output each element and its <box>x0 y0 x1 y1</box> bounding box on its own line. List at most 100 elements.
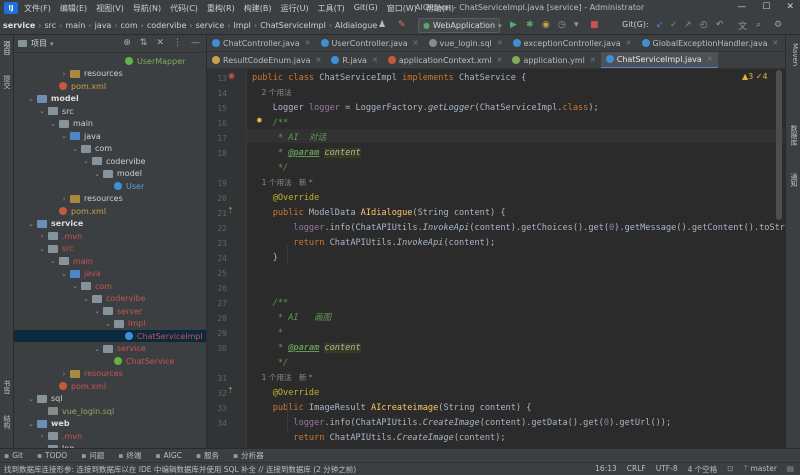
breadcrumb-item[interactable]: Impl <box>233 21 250 30</box>
tool-window-aigc[interactable]: ▪ AIGC <box>155 451 182 460</box>
menu-item[interactable]: 窗口(W) <box>387 3 417 14</box>
chevron-down-icon[interactable]: ⌄ <box>104 320 112 328</box>
tree-item[interactable]: ⌄ server <box>14 305 206 317</box>
chevron-down-icon[interactable]: ⌄ <box>82 157 90 165</box>
override-gutter-icon[interactable]: ⇡ <box>227 206 234 215</box>
hammer-icon[interactable]: ✎ <box>398 18 406 32</box>
tool-window-git[interactable]: ▪ Git <box>4 451 23 460</box>
override-gutter-icon[interactable]: ⇡ <box>227 386 234 395</box>
tree-item[interactable]: ⌄ src <box>14 105 206 117</box>
menu-item[interactable]: Git(G) <box>354 3 378 14</box>
tool-window-problems[interactable]: ▪ 问题 <box>81 450 104 461</box>
tool-window-services[interactable]: ▪ 服务 <box>196 450 219 461</box>
menu-item[interactable]: 编辑(E) <box>60 3 87 14</box>
search-icon[interactable]: ⌕ <box>756 18 761 32</box>
breadcrumb-item[interactable]: service <box>196 21 225 30</box>
locate-icon[interactable]: ⊕ <box>123 38 131 48</box>
file-encoding[interactable]: UTF-8 <box>656 464 678 475</box>
project-tool-label[interactable]: 项目 <box>2 41 12 55</box>
chevron-down-icon[interactable]: ⌄ <box>93 170 101 178</box>
menu-item[interactable]: 视图(V) <box>96 3 124 14</box>
maximize-icon[interactable]: ☐ <box>762 2 770 12</box>
database-tool-label[interactable]: 数据库 <box>789 125 799 146</box>
history-icon[interactable]: ◴ <box>700 18 708 32</box>
breadcrumb-item[interactable]: ChatServiceImpl <box>260 21 326 30</box>
tool-window-terminal[interactable]: ▪ 终端 <box>118 450 141 461</box>
close-icon[interactable]: ✕ <box>316 56 322 64</box>
lock-icon[interactable]: ⊡ <box>727 464 733 475</box>
tree-item[interactable]: pom.xml <box>14 80 206 92</box>
menu-item[interactable]: 运行(U) <box>280 3 308 14</box>
breadcrumb-item[interactable]: service <box>3 21 35 30</box>
structure-tool-label[interactable]: 结构 <box>2 415 12 429</box>
close-icon[interactable]: ✕ <box>707 55 713 63</box>
rollback-icon[interactable]: ↶ <box>716 18 724 32</box>
tree-item[interactable]: ⌄ java <box>14 268 206 280</box>
chevron-right-icon[interactable]: › <box>60 370 68 378</box>
breadcrumb-item[interactable]: java <box>95 21 112 30</box>
tool-window-todo[interactable]: ▪ TODO <box>37 451 67 460</box>
close-icon[interactable]: ✕ <box>305 39 311 47</box>
chevron-down-icon[interactable]: ⌄ <box>71 145 79 153</box>
tree-item[interactable]: › resources <box>14 68 206 80</box>
chevron-down-icon[interactable]: ⌄ <box>27 95 35 103</box>
minimize-icon[interactable]: — <box>737 2 746 12</box>
chevron-down-icon[interactable]: ⌄ <box>49 257 57 265</box>
git-branch[interactable]: ᛘ master <box>744 464 777 475</box>
editor-tab[interactable]: ResultCodeEnum.java ✕ <box>207 52 326 68</box>
editor-tab[interactable]: vue_login.sql ✕ <box>424 35 508 51</box>
close-icon[interactable]: ✕ <box>497 39 503 47</box>
implement-gutter-icon[interactable]: ◉ <box>228 71 235 80</box>
tree-item[interactable]: ⌄ service <box>14 343 206 355</box>
editor-tab[interactable]: exceptionController.java ✕ <box>508 35 637 51</box>
menu-item[interactable]: 重构(R) <box>207 3 235 14</box>
menu-item[interactable]: 工具(T) <box>318 3 345 14</box>
chevron-down-icon[interactable]: ⌄ <box>38 245 46 253</box>
tree-item[interactable]: ⌄ main <box>14 255 206 267</box>
tree-item[interactable]: ⌄ codervibe <box>14 293 206 305</box>
chevron-down-icon[interactable]: ⌄ <box>71 282 79 290</box>
commit-tool-label[interactable]: 提交 <box>2 75 12 89</box>
expand-icon[interactable]: ✕ <box>156 38 164 48</box>
hide-icon[interactable]: — <box>191 38 200 48</box>
tree-item[interactable]: ⌄ model <box>14 93 206 105</box>
profile-icon[interactable]: ◷ <box>558 18 566 32</box>
tree-item[interactable]: UserMapper <box>14 55 206 67</box>
tree-item[interactable]: ChatServiceImpl <box>14 330 206 342</box>
tree-item[interactable]: ⌄ src <box>14 243 206 255</box>
chevron-down-icon[interactable]: ⌄ <box>93 345 101 353</box>
tool-window-profiler[interactable]: ▪ 分析器 <box>233 450 264 461</box>
chevron-down-icon[interactable]: ⌄ <box>82 295 90 303</box>
tree-item[interactable]: pom.xml <box>14 205 206 217</box>
tree-item[interactable]: › resources <box>14 368 206 380</box>
run-icon[interactable]: ▶ <box>510 18 517 32</box>
scrollbar-thumb[interactable] <box>776 70 782 220</box>
close-icon[interactable]: ✕ <box>413 39 419 47</box>
tree-item[interactable]: ⌄ service <box>14 218 206 230</box>
close-icon[interactable]: ✕ <box>590 56 596 64</box>
tree-item[interactable]: ⌄ sql <box>14 393 206 405</box>
breadcrumb-item[interactable]: codervibe <box>147 21 187 30</box>
memory-icon[interactable]: ▤ <box>787 464 794 475</box>
menu-item[interactable]: 文件(F) <box>24 3 51 14</box>
chevron-down-icon[interactable]: ⌄ <box>27 220 35 228</box>
settings-icon[interactable]: ⚙ <box>774 18 782 32</box>
tree-item[interactable]: User <box>14 180 206 192</box>
bulb-icon[interactable]: ✸ <box>256 116 263 125</box>
chevron-down-icon[interactable]: ⌄ <box>60 132 68 140</box>
tree-item[interactable]: › resources <box>14 193 206 205</box>
collapse-icon[interactable]: ⇅ <box>140 38 148 48</box>
chevron-down-icon[interactable]: ⌄ <box>38 107 46 115</box>
more-run-icon[interactable]: ▾ <box>574 18 579 32</box>
project-panel-title[interactable]: 项目 <box>31 38 47 49</box>
translate-icon[interactable]: 文 <box>738 18 747 32</box>
chevron-right-icon[interactable]: › <box>60 195 68 203</box>
caret-position[interactable]: 16:13 <box>595 464 617 475</box>
menu-item[interactable]: 代码(C) <box>170 3 198 14</box>
tree-item[interactable]: ⌄ java <box>14 130 206 142</box>
chevron-down-icon[interactable]: ⌄ <box>93 307 101 315</box>
tree-item[interactable]: › .mvn <box>14 230 206 242</box>
close-icon[interactable]: ✕ <box>497 56 503 64</box>
breadcrumb-item[interactable]: AIdialogue <box>335 21 377 30</box>
menu-item[interactable]: 导航(N) <box>133 3 161 14</box>
